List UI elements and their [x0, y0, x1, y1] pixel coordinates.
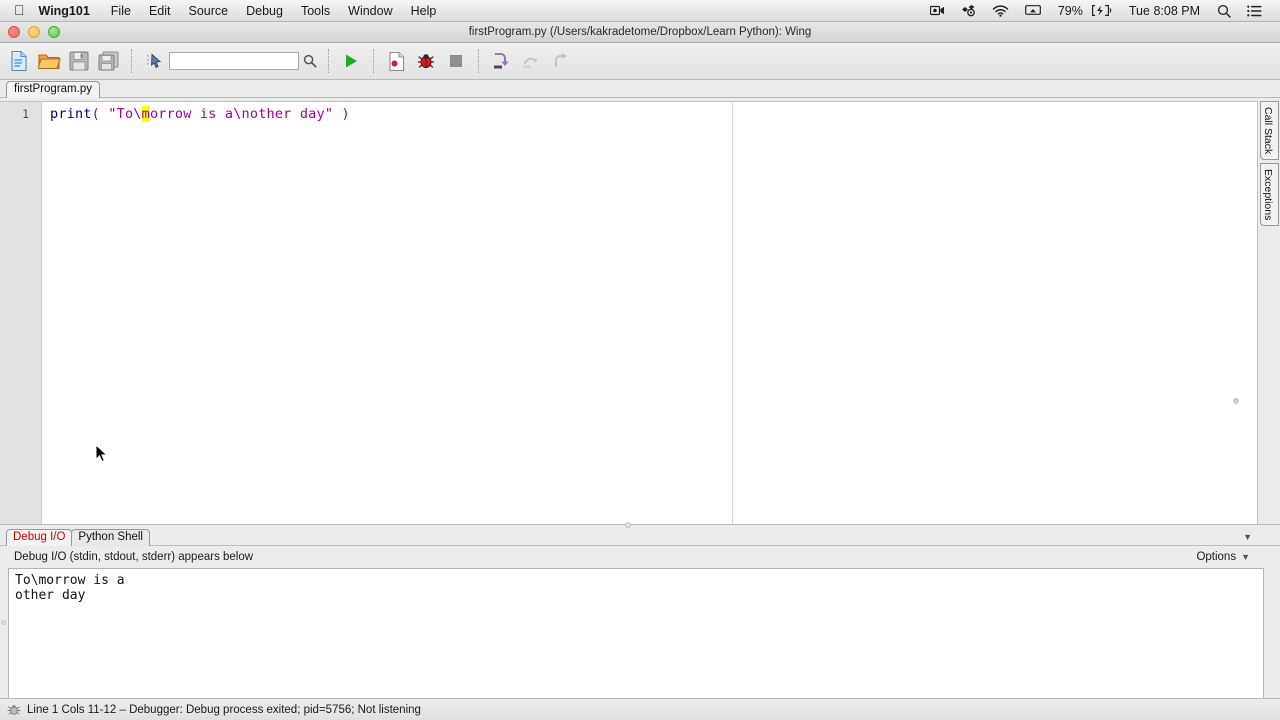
- menu-item-source[interactable]: Source: [180, 0, 238, 22]
- menu-item-window[interactable]: Window: [339, 0, 401, 22]
- debug-button[interactable]: [411, 46, 441, 76]
- line-number: 1: [22, 107, 29, 121]
- airplay-icon[interactable]: [1017, 0, 1049, 22]
- code-token-string: orrow is a\nother day": [149, 106, 334, 122]
- toolbar-separator-1: [131, 49, 132, 73]
- notification-center-icon[interactable]: [1239, 0, 1270, 22]
- bug-icon: [5, 703, 23, 717]
- right-tool-tab-strip: Call Stack Exceptions: [1257, 101, 1280, 524]
- menu-bar-clock[interactable]: Tue 8:08 PM: [1120, 0, 1209, 22]
- io-panel-resize-handle[interactable]: [1, 620, 6, 625]
- toolbar-separator-4: [478, 49, 479, 73]
- run-button[interactable]: [336, 46, 366, 76]
- status-bar: Line 1 Cols 11-12 – Debugger: Debug proc…: [0, 698, 1280, 720]
- window-title: firstProgram.py (/Users/kakradetome/Drop…: [468, 25, 812, 38]
- line-number-gutter: 1: [0, 102, 42, 524]
- save-file-button[interactable]: [64, 46, 94, 76]
- file-tab-bar: firstProgram.py: [0, 80, 1280, 98]
- search-input[interactable]: [169, 52, 299, 70]
- options-menu-button[interactable]: Options ▼: [1196, 551, 1272, 563]
- code-token-paren: (: [91, 106, 100, 122]
- step-over-button[interactable]: [516, 46, 546, 76]
- code-token-string: "To\: [108, 106, 142, 122]
- output-line: To\morrow is a: [15, 573, 125, 588]
- open-file-button[interactable]: [34, 46, 64, 76]
- menu-item-help[interactable]: Help: [402, 0, 446, 22]
- debug-file-button[interactable]: [381, 46, 411, 76]
- main-toolbar: [0, 43, 1280, 80]
- close-button[interactable]: [8, 26, 20, 38]
- wifi-icon[interactable]: [984, 0, 1017, 22]
- macos-menu-bar:  Wing101 File Edit Source Debug Tools W…: [0, 0, 1280, 22]
- code-token-cursor: m: [141, 106, 150, 122]
- file-tab-firstprogram[interactable]: firstProgram.py: [6, 81, 100, 98]
- tab-debug-io[interactable]: Debug I/O: [6, 529, 73, 546]
- new-file-button[interactable]: [4, 46, 34, 76]
- output-line: other day: [15, 588, 86, 603]
- pane-resize-handle[interactable]: [1233, 398, 1239, 404]
- menu-app-name[interactable]: Wing101: [37, 0, 102, 22]
- tab-call-stack[interactable]: Call Stack: [1260, 101, 1279, 161]
- toolbar-separator-2: [328, 49, 329, 73]
- battery-charging-icon[interactable]: [1091, 0, 1120, 22]
- save-all-button[interactable]: [94, 46, 124, 76]
- panel-collapse-caret-icon[interactable]: ▼: [1243, 532, 1252, 542]
- screen-recording-icon[interactable]: [922, 0, 953, 22]
- battery-percent-label: 79%: [1057, 3, 1083, 18]
- apple-logo-icon[interactable]: : [0, 3, 37, 17]
- code-pane[interactable]: print( "To\morrow is a\nother day" ): [42, 102, 1257, 524]
- code-token-paren: ): [341, 106, 350, 122]
- wing-ide-window: firstProgram.py (/Users/kakradetome/Drop…: [0, 22, 1280, 720]
- window-title-bar: firstProgram.py (/Users/kakradetome/Drop…: [0, 22, 1280, 43]
- menu-item-file[interactable]: File: [102, 0, 140, 22]
- tab-exceptions[interactable]: Exceptions: [1260, 163, 1279, 227]
- code-editor-area[interactable]: 1 print( "To\morrow is a\nother day" ): [0, 101, 1257, 524]
- menu-bar-status-area: 79% Tue 8:08 PM: [922, 0, 1280, 22]
- code-token-keyword: print: [50, 106, 92, 122]
- minimize-button[interactable]: [28, 26, 40, 38]
- menu-item-edit[interactable]: Edit: [140, 0, 180, 22]
- stop-button[interactable]: [441, 46, 471, 76]
- status-bar-text: Line 1 Cols 11-12 – Debugger: Debug proc…: [27, 703, 421, 716]
- menu-item-tools[interactable]: Tools: [292, 0, 339, 22]
- bottom-panel-tab-bar: Debug I/O Python Shell ▼: [0, 525, 1280, 546]
- debug-io-description: Debug I/O (stdin, stdout, stderr) appear…: [14, 551, 254, 563]
- options-caret-icon: ▼: [1241, 552, 1250, 562]
- editor-right-pane[interactable]: [733, 102, 1257, 524]
- tab-python-shell[interactable]: Python Shell: [71, 529, 150, 546]
- bottom-tool-panel: Debug I/O Python Shell ▼ Debug I/O (stdi…: [0, 522, 1280, 718]
- toolbar-search-area: [169, 50, 321, 72]
- select-tool-button[interactable]: [139, 46, 169, 76]
- search-icon[interactable]: [299, 50, 321, 72]
- dropbox-sync-icon[interactable]: [953, 0, 984, 22]
- toolbar-separator-3: [373, 49, 374, 73]
- menu-item-debug[interactable]: Debug: [237, 0, 292, 22]
- debug-io-subheader: Debug I/O (stdin, stdout, stderr) appear…: [0, 546, 1280, 568]
- step-out-button[interactable]: [546, 46, 576, 76]
- options-label: Options: [1196, 551, 1237, 563]
- zoom-button[interactable]: [48, 26, 60, 38]
- debug-io-output[interactable]: To\morrow is a other day: [8, 568, 1264, 711]
- traffic-light-buttons: [0, 26, 60, 38]
- step-into-button[interactable]: [486, 46, 516, 76]
- spotlight-search-icon[interactable]: [1209, 0, 1239, 22]
